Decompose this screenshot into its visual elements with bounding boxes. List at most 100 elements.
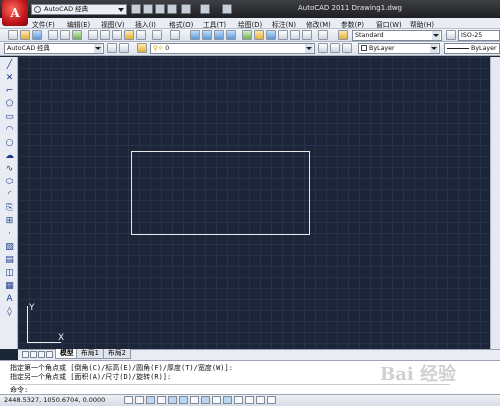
menu-file[interactable]: 文件(F) [32, 19, 55, 29]
sheet-set-icon[interactable] [278, 30, 288, 40]
add-selected-icon[interactable]: ◊ [4, 307, 15, 318]
new-file-icon[interactable] [131, 4, 141, 14]
menu-tools[interactable]: 工具(T) [203, 19, 226, 29]
make-block-icon[interactable]: ⊞ [4, 216, 15, 227]
last-tab-icon[interactable] [46, 351, 53, 358]
undo-icon[interactable] [152, 30, 162, 40]
transparency-icon[interactable] [245, 396, 254, 404]
design-center-icon[interactable] [254, 30, 264, 40]
layer-properties-icon[interactable] [137, 43, 147, 53]
zoom-previous-icon[interactable] [226, 30, 236, 40]
menu-dimension[interactable]: 标注(N) [272, 19, 296, 29]
object-snap-icon[interactable] [179, 396, 188, 404]
tool-palettes-icon[interactable] [266, 30, 276, 40]
menu-view[interactable]: 视图(V) [101, 19, 125, 29]
ellipse-arc-icon[interactable]: ◜ [4, 190, 15, 201]
markup-icon[interactable] [290, 30, 300, 40]
workspace-dropdown[interactable]: AutoCAD 经典 [31, 4, 127, 15]
polar-tracking-icon[interactable] [168, 396, 177, 404]
workspace-dropdown-2[interactable]: AutoCAD 经典 [4, 43, 104, 54]
redo-icon[interactable] [170, 30, 180, 40]
ortho-mode-icon[interactable] [157, 396, 166, 404]
text-style-dropdown[interactable]: Standard [352, 30, 442, 41]
menu-help[interactable]: 帮助(H) [410, 19, 434, 29]
selection-cycling-icon[interactable] [267, 396, 276, 404]
hatch-icon[interactable]: ▨ [4, 242, 15, 253]
region-icon[interactable]: ◫ [4, 268, 15, 279]
linetype-dropdown[interactable]: ByLayer [444, 43, 500, 54]
object-snap-tracking-icon[interactable] [201, 396, 210, 404]
rectangle-icon[interactable]: ▭ [4, 112, 15, 123]
text-style-icon[interactable] [338, 30, 348, 40]
polygon-icon[interactable]: ⬠ [4, 99, 15, 110]
revision-cloud-icon[interactable]: ☁ [4, 151, 15, 162]
open-icon[interactable] [20, 30, 30, 40]
tab-layout2[interactable]: 布局2 [103, 349, 131, 359]
multiline-text-icon[interactable]: A [4, 294, 15, 305]
insert-block-icon[interactable]: ⎘ [4, 203, 15, 214]
point-icon[interactable]: · [4, 229, 15, 240]
construction-line-icon[interactable]: ✕ [4, 73, 15, 84]
dim-style-dropdown[interactable]: ISO-25 [458, 30, 500, 41]
tab-layout1[interactable]: 布局1 [76, 349, 104, 359]
circle-icon[interactable]: ○ [4, 138, 15, 149]
dim-style-icon[interactable] [446, 30, 456, 40]
menu-format[interactable]: 格式(O) [169, 19, 193, 29]
open-file-icon[interactable] [143, 4, 153, 14]
match-properties-icon[interactable] [124, 30, 134, 40]
save-icon[interactable] [155, 4, 165, 14]
color-dropdown[interactable]: ByLayer [358, 43, 440, 54]
polyline-icon[interactable]: ⌐ [4, 86, 15, 97]
drawn-rectangle[interactable] [131, 151, 310, 235]
prev-tab-icon[interactable] [30, 351, 37, 358]
arc-icon[interactable]: ◠ [4, 125, 15, 136]
new-icon[interactable] [8, 30, 18, 40]
table-icon[interactable]: ▦ [4, 281, 15, 292]
redo-icon[interactable] [200, 4, 210, 14]
menu-parametric[interactable]: 参数(P) [341, 19, 364, 29]
menu-insert[interactable]: 插入(I) [135, 19, 156, 29]
properties-icon[interactable] [242, 30, 252, 40]
help-icon[interactable] [318, 30, 328, 40]
publish-icon[interactable] [72, 30, 82, 40]
layer-states-icon[interactable] [342, 43, 352, 53]
block-editor-icon[interactable] [136, 30, 146, 40]
menu-window[interactable]: 窗口(W) [376, 19, 402, 29]
undo-icon[interactable] [181, 4, 191, 14]
lock-icon[interactable] [119, 43, 129, 53]
dynamic-ucs-icon[interactable] [212, 396, 221, 404]
lineweight-icon[interactable] [234, 396, 243, 404]
dynamic-input-icon[interactable] [223, 396, 232, 404]
spline-icon[interactable]: ∿ [4, 164, 15, 175]
paste-icon[interactable] [112, 30, 122, 40]
plot-icon[interactable] [48, 30, 58, 40]
cut-icon[interactable] [88, 30, 98, 40]
save-icon[interactable] [32, 30, 42, 40]
infer-constraints-icon[interactable] [124, 396, 133, 404]
zoom-realtime-icon[interactable] [202, 30, 212, 40]
first-tab-icon[interactable] [22, 351, 29, 358]
snap-mode-icon[interactable] [135, 396, 144, 404]
next-tab-icon[interactable] [38, 351, 45, 358]
vertical-scrollbar[interactable] [490, 57, 500, 349]
3d-object-snap-icon[interactable] [190, 396, 199, 404]
menu-edit[interactable]: 编辑(E) [67, 19, 90, 29]
line-icon[interactable]: ╱ [4, 60, 15, 71]
save-as-icon[interactable] [167, 4, 177, 14]
preview-icon[interactable] [60, 30, 70, 40]
gradient-icon[interactable]: ▤ [4, 255, 15, 266]
pan-icon[interactable] [190, 30, 200, 40]
app-menu-button[interactable]: A [2, 0, 28, 26]
make-current-layer-icon[interactable] [318, 43, 328, 53]
copy-icon[interactable] [100, 30, 110, 40]
print-icon[interactable] [222, 4, 232, 14]
ellipse-icon[interactable]: ⬭ [4, 177, 15, 188]
layer-previous-icon[interactable] [330, 43, 340, 53]
quick-properties-icon[interactable] [256, 396, 265, 404]
calculator-icon[interactable] [302, 30, 312, 40]
menu-draw[interactable]: 绘图(D) [238, 19, 262, 29]
layer-dropdown[interactable]: ♀☼ 0 [150, 43, 315, 54]
zoom-window-icon[interactable] [214, 30, 224, 40]
menu-modify[interactable]: 修改(M) [306, 19, 331, 29]
workspace-settings-icon[interactable] [107, 43, 117, 53]
